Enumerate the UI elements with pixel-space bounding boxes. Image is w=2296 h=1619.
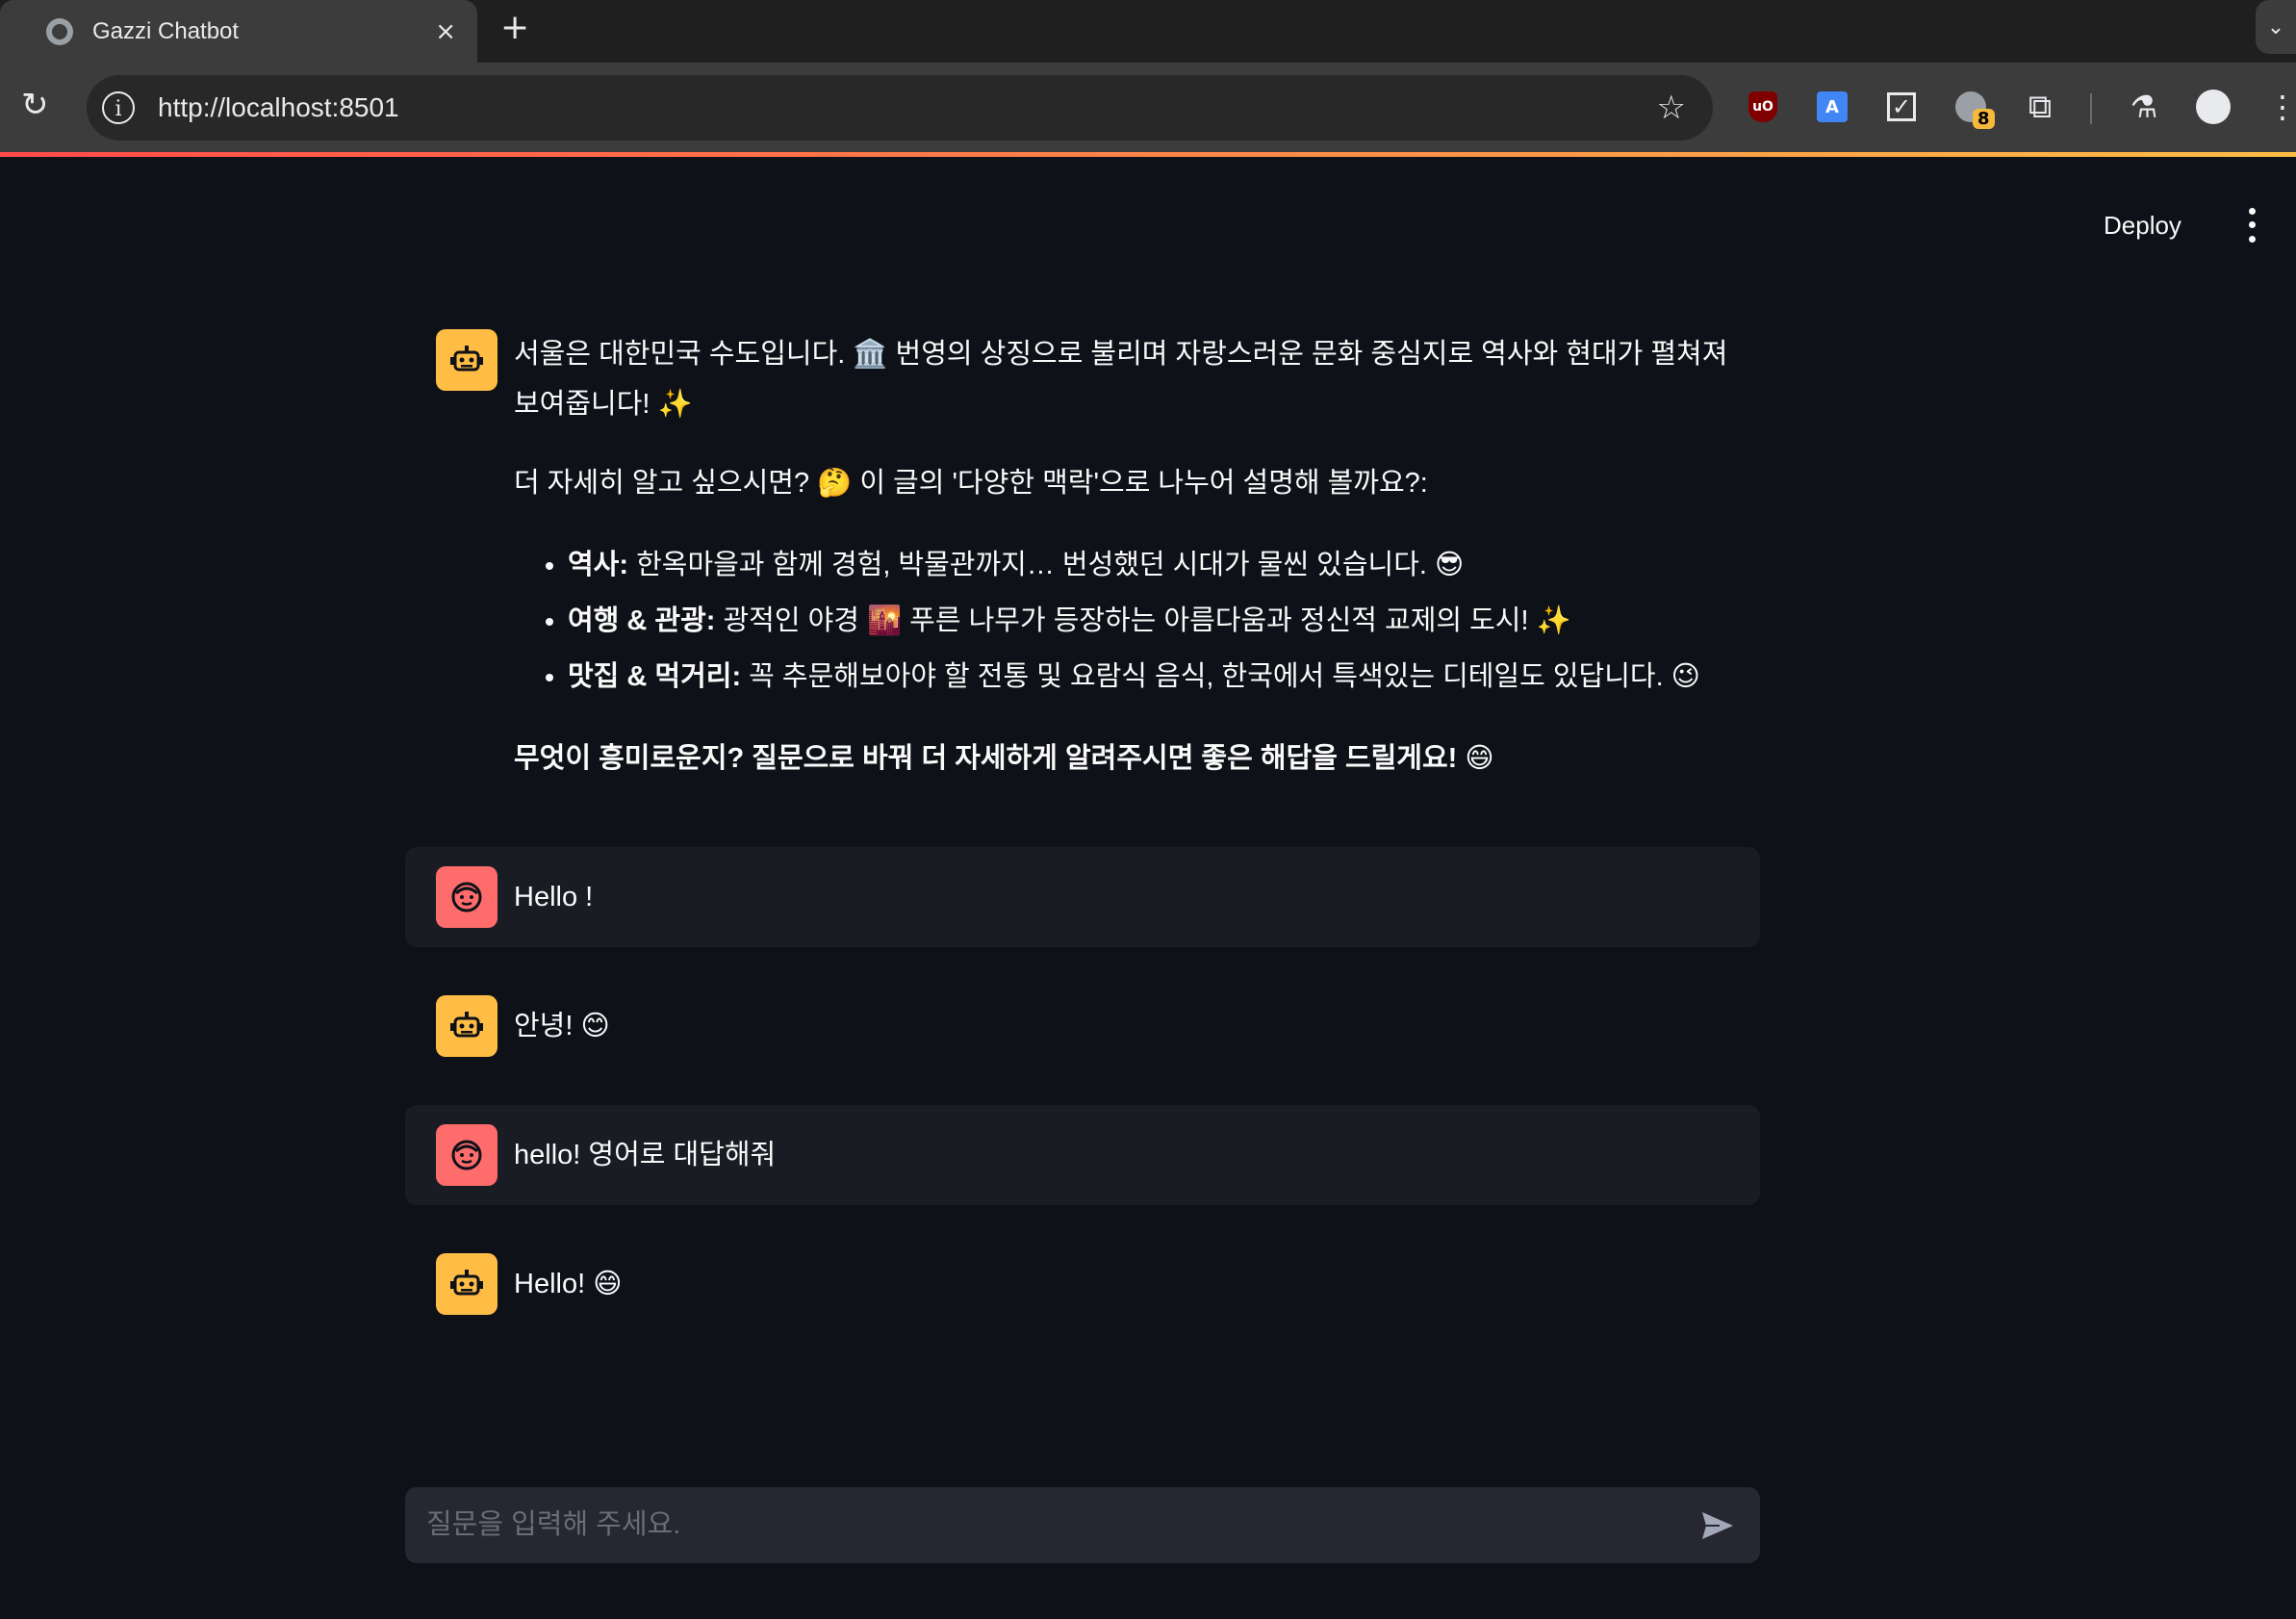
globe-icon xyxy=(46,17,73,45)
message-paragraph: 서울은 대한민국 수도입니다. 🏛️ 번영의 상징으로 불리며 자랑스러운 문화… xyxy=(514,339,1728,420)
assistant-message: Hello! 😄 xyxy=(405,1234,1760,1334)
assistant-message: 서울은 대한민국 수도입니다. 🏛️ 번영의 상징으로 불리며 자랑스러운 문화… xyxy=(405,308,1760,803)
site-info-icon[interactable]: i xyxy=(102,91,135,124)
ublock-extension-icon[interactable]: uO xyxy=(1744,88,1782,126)
user-message: Hello ! xyxy=(405,847,1760,947)
bullet-item: 여행 & 관광: 광적인 야경 🌇 푸른 나무가 등장하는 아름다움과 정신적 … xyxy=(568,593,1729,649)
bullet-label: 역사: xyxy=(568,550,629,580)
browser-tab[interactable]: Gazzi Chatbot × xyxy=(0,0,477,63)
assistant-message-body: 서울은 대한민국 수도입니다. 🏛️ 번영의 상징으로 불리며 자랑스러운 문화… xyxy=(514,329,1729,784)
robot-icon xyxy=(436,1253,497,1315)
chat-input-container xyxy=(405,1487,1760,1563)
message-bullet-list: 역사: 한옥마을과 함께 경험, 박물관까지… 번성했던 시대가 물씬 있습니다… xyxy=(514,537,1729,705)
checkbox-extension-icon[interactable]: ✓ xyxy=(1882,88,1921,126)
robot-icon xyxy=(436,995,497,1057)
bullet-label: 여행 & 관광: xyxy=(568,605,716,636)
chat-input[interactable] xyxy=(424,1508,1695,1542)
assistant-message: 안녕! 😊 xyxy=(405,976,1760,1076)
user-message-text: hello! 영어로 대답해줘 xyxy=(514,1140,777,1170)
browser-tab-strip: Gazzi Chatbot × + ⌄ xyxy=(0,0,2296,63)
send-icon[interactable] xyxy=(1695,1503,1741,1549)
tab-close-button[interactable]: × xyxy=(435,17,456,46)
bullet-item: 역사: 한옥마을과 함께 경험, 박물관까지… 번성했던 시대가 물씬 있습니다… xyxy=(568,537,1729,593)
assistant-message-text: Hello! 😄 xyxy=(514,1269,623,1299)
bullet-item: 맛집 & 먹거리: 꼭 추문해보아야 할 전통 및 요람식 음식, 한국에서 특… xyxy=(568,649,1729,705)
labs-flask-icon[interactable]: ⚗ xyxy=(2125,88,2163,126)
message-paragraph: 더 자세히 알고 싶으시면? 🤔 이 글의 '다양한 맥락'으로 나누어 설명해… xyxy=(514,468,1428,499)
robot-icon xyxy=(436,329,497,391)
extension-badge-count: 8 xyxy=(1973,109,1995,129)
reload-icon[interactable]: ↻ xyxy=(21,86,49,124)
message-closing: 무엇이 흥미로운지? 질문으로 바꿔 더 자세하게 알려주시면 좋은 해답을 드… xyxy=(514,733,1729,784)
badge-extension-icon[interactable]: 8 xyxy=(1952,88,1995,129)
profile-avatar-icon[interactable] xyxy=(2194,88,2232,126)
user-message-text: Hello ! xyxy=(514,882,594,912)
bullet-text: 광적인 야경 🌇 푸른 나무가 등장하는 아름다움과 정신적 교제의 도시! ✨ xyxy=(715,605,1571,636)
extensions-puzzle-icon[interactable]: ⧉ xyxy=(2021,88,2059,126)
browser-menu-icon[interactable]: ⋮ xyxy=(2263,88,2296,126)
address-bar[interactable]: i http://localhost:8501 ☆ xyxy=(87,75,1713,141)
translate-extension-icon[interactable]: A xyxy=(1813,88,1851,126)
app-menu-icon[interactable] xyxy=(2240,204,2263,246)
url-text[interactable]: http://localhost:8501 xyxy=(158,92,1657,123)
assistant-message-text: 안녕! 😊 xyxy=(514,1011,610,1041)
toolbar-divider xyxy=(2090,93,2092,124)
face-icon xyxy=(436,1124,497,1186)
bookmark-star-icon[interactable]: ☆ xyxy=(1657,89,1686,127)
browser-toolbar: ↻ i http://localhost:8501 ☆ uO A ✓ 8 ⧉ ⚗… xyxy=(0,63,2296,152)
app-accent-bar xyxy=(0,152,2296,157)
face-icon xyxy=(436,866,497,928)
bullet-label: 맛집 & 먹거리: xyxy=(568,661,742,692)
user-message: hello! 영어로 대답해줘 xyxy=(405,1105,1760,1205)
new-tab-button[interactable]: + xyxy=(500,8,529,47)
closing-text: 무엇이 흥미로운지? 질문으로 바꿔 더 자세하게 알려주시면 좋은 해답을 드… xyxy=(514,743,1494,774)
deploy-button[interactable]: Deploy xyxy=(2104,204,2181,246)
tab-search-button[interactable]: ⌄ xyxy=(2256,0,2296,54)
bullet-text: 한옥마을과 함께 경험, 박물관까지… 번성했던 시대가 물씬 있습니다. 😎 xyxy=(628,550,1465,580)
chat-history: 서울은 대한민국 수도입니다. 🏛️ 번영의 상징으로 불리며 자랑스러운 문화… xyxy=(405,308,1760,1334)
tab-title: Gazzi Chatbot xyxy=(92,17,240,44)
bullet-text: 꼭 추문해보아야 할 전통 및 요람식 음식, 한국에서 특색있는 디테일도 있… xyxy=(741,661,1700,692)
